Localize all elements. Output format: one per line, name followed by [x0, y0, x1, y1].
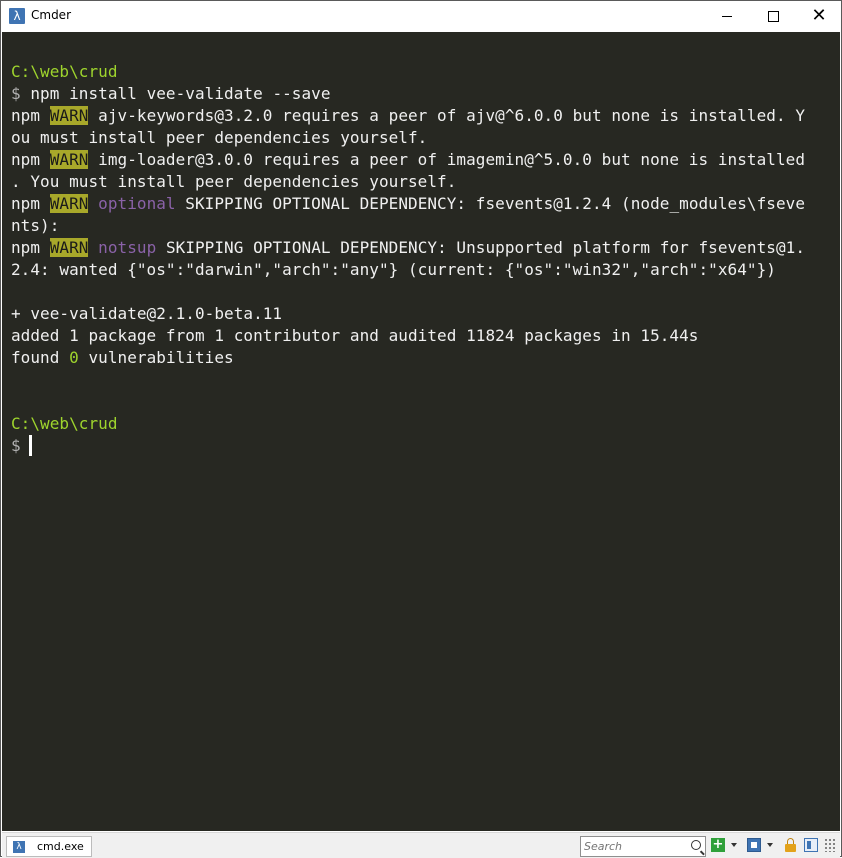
terminal-line: npm WARN ajv-keywords@3.2.0 requires a p…	[11, 105, 805, 127]
warn-message-cont: 2.4: wanted {"os":"darwin","arch":"any"}…	[11, 260, 776, 279]
terminal-line: $	[11, 435, 805, 457]
terminal-line: added 1 package from 1 contributor and a…	[11, 325, 805, 347]
terminal-line: found 0 vulnerabilities	[11, 347, 805, 369]
chevron-down-icon[interactable]	[731, 843, 737, 847]
terminal-line: C:\web\crud	[11, 61, 805, 83]
prompt-path: C:\web\crud	[11, 414, 118, 433]
npm-prefix: npm	[11, 150, 50, 169]
terminal-line: C:\web\crud	[11, 413, 805, 435]
chevron-down-icon[interactable]	[767, 843, 773, 847]
terminal-line: npm WARN optional SKIPPING OPTIONAL DEPE…	[11, 193, 805, 215]
search-input[interactable]	[584, 838, 684, 854]
cmder-lambda-icon: λ	[13, 840, 25, 853]
lock-icon[interactable]	[784, 838, 798, 852]
warn-message: ajv-keywords@3.2.0 requires a peer of aj…	[88, 106, 805, 125]
npm-prefix: npm	[11, 194, 50, 213]
prompt-symbol: $	[11, 84, 21, 103]
vulnerability-count: 0	[69, 348, 79, 367]
window-title: Cmder	[31, 8, 72, 22]
close-button[interactable]: ✕	[796, 1, 842, 31]
cmder-lambda-icon[interactable]: λ	[9, 8, 25, 24]
search-box[interactable]	[580, 836, 706, 857]
lock-body	[785, 844, 796, 852]
warn-message: SKIPPING OPTIONAL DEPENDENCY: Unsupporte…	[156, 238, 806, 257]
terminal-line: . You must install peer dependencies you…	[11, 171, 805, 193]
warn-message-cont: nts):	[11, 216, 60, 235]
audit-summary: added 1 package from 1 contributor and a…	[11, 326, 699, 345]
text-cursor	[28, 435, 32, 456]
warn-message-cont: . You must install peer dependencies you…	[11, 172, 457, 191]
terminal-line: 2.4: wanted {"os":"darwin","arch":"any"}…	[11, 259, 805, 281]
prompt-path: C:\web\crud	[11, 62, 118, 81]
minimize-icon	[722, 15, 732, 17]
terminal-line: npm WARN notsup SKIPPING OPTIONAL DEPEND…	[11, 237, 805, 259]
terminal-line: nts):	[11, 215, 805, 237]
warn-badge: WARN	[49, 238, 89, 257]
cmder-window: λ Cmder ✕ C:\web\crud $ npm install vee-…	[0, 0, 842, 858]
switch-console-icon[interactable]	[747, 838, 761, 852]
terminal-lines: C:\web\crud $ npm install vee-validate -…	[11, 61, 805, 457]
warn-badge: WARN	[49, 194, 89, 213]
command-text: npm install vee-validate --save	[20, 84, 331, 103]
warn-message-cont: ou must install peer dependencies yourse…	[11, 128, 428, 147]
warn-tag-notsup: notsup	[98, 238, 157, 257]
warn-badge: WARN	[49, 106, 89, 125]
terminal-line: $ npm install vee-validate --save	[11, 83, 805, 105]
warn-message: SKIPPING OPTIONAL DEPENDENCY: fsevents@1…	[175, 194, 806, 213]
prompt-symbol: $	[11, 436, 21, 455]
terminal-output[interactable]: C:\web\crud $ npm install vee-validate -…	[2, 32, 840, 831]
minimize-button[interactable]	[704, 1, 750, 31]
maximize-icon	[767, 10, 779, 22]
split-pane-icon[interactable]	[804, 838, 818, 852]
status-bar: λ cmd.exe +	[2, 832, 840, 858]
npm-prefix: npm	[11, 106, 50, 125]
installed-package: + vee-validate@2.1.0-beta.11	[11, 304, 283, 323]
warn-tag-optional: optional	[98, 194, 176, 213]
warn-badge: WARN	[49, 150, 89, 169]
terminal-line: + vee-validate@2.1.0-beta.11	[11, 303, 805, 325]
new-console-icon[interactable]: +	[711, 838, 725, 852]
found-prefix: found	[11, 348, 70, 367]
tab-label: cmd.exe	[37, 840, 84, 853]
search-icon[interactable]	[691, 840, 701, 850]
maximize-button[interactable]	[750, 1, 796, 31]
tab-cmd-exe[interactable]: λ cmd.exe	[6, 836, 92, 857]
resize-grip-icon[interactable]	[824, 838, 836, 852]
title-bar[interactable]: λ Cmder ✕	[1, 1, 841, 31]
terminal-line: npm WARN img-loader@3.0.0 requires a pee…	[11, 149, 805, 171]
npm-prefix: npm	[11, 238, 50, 257]
terminal-line: ou must install peer dependencies yourse…	[11, 127, 805, 149]
close-icon: ✕	[811, 5, 827, 26]
warn-message: img-loader@3.0.0 requires a peer of imag…	[88, 150, 805, 169]
found-suffix: vulnerabilities	[78, 348, 234, 367]
